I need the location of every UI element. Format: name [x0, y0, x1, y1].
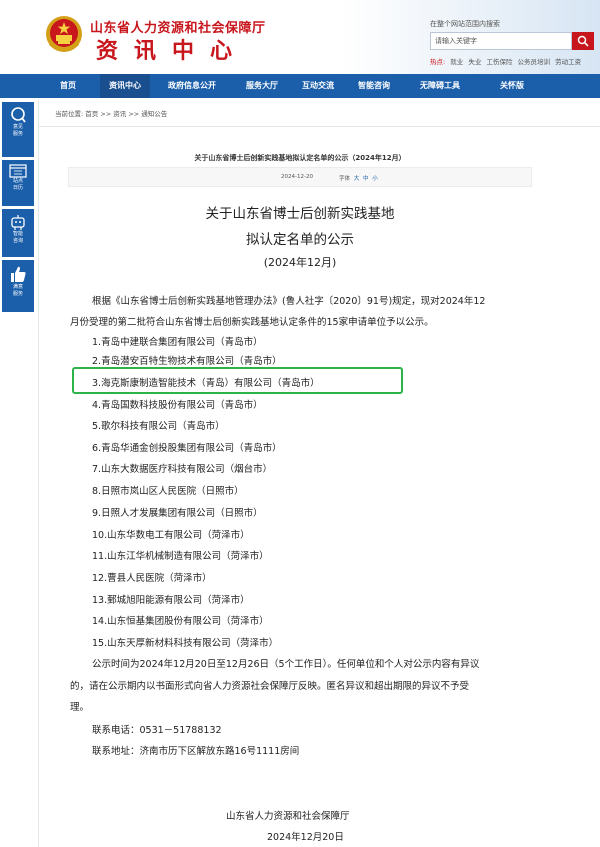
- font-size-medium-link[interactable]: 中: [363, 176, 369, 182]
- list-item: 4.青岛国数科技股份有限公司（青岛市）: [92, 400, 263, 411]
- sidebar-item-label: 日历: [12, 185, 23, 191]
- intro-line: 根据《山东省博士后创新实践基地管理办法》(鲁人社字〔2020〕91号)规定，现对…: [92, 296, 486, 307]
- nav-item-care-mode[interactable]: 关怀版: [500, 74, 524, 98]
- list-item: 5.歌尔科技有限公司（青岛市）: [92, 421, 225, 432]
- article-title-date: (2024年12月): [263, 256, 337, 269]
- list-item: 7.山东大数据医疗科技有限公司（烟台市）: [92, 464, 273, 475]
- list-item: 2.青岛潜安百特生物技术有限公司（青岛市）: [92, 356, 282, 367]
- list-item: 10.山东华数电工有限公司（菏泽市）: [92, 530, 250, 541]
- search-hint: 在整个网站范围内搜索: [430, 20, 500, 28]
- publish-date: 2024-12-20: [281, 174, 313, 180]
- notice-line: 的，请在公示期内以书面形式向省人力资源社会保障厅反映。匿名异议和超出期限的异议不…: [70, 681, 470, 692]
- article-meta: 2024-12-20 字体 大 中 小: [68, 167, 532, 187]
- main-nav: 首页 资讯中心 政府信息公开 服务大厅 互动交流 智能咨询 无障碍工具 关怀版: [0, 74, 600, 98]
- sidebar-item-calendar[interactable]: 站点 日历: [2, 160, 34, 206]
- list-item: 15.山东天厚新材料科技有限公司（菏泽市）: [92, 638, 279, 649]
- hot-word-link[interactable]: 失业: [468, 58, 481, 66]
- hot-word-link[interactable]: 公务员培训: [518, 58, 551, 66]
- sidebar-item-label: 服务: [12, 291, 23, 297]
- font-size-label: 字体: [339, 176, 351, 182]
- article-title-line2: 拟认定名单的公示: [246, 232, 354, 248]
- sidebar-item-label: 服务: [12, 131, 23, 137]
- site-subtitle: 资讯中心: [96, 39, 249, 64]
- hot-words: 热点: 就业 失业 工伤保险 公务员培训 劳动工资: [430, 56, 584, 66]
- list-item: 12.曹县人民医院（菏泽市）: [92, 573, 212, 584]
- article-small-title: 关于山东省博士后创新实践基地拟认定名单的公示（2024年12月）: [194, 154, 406, 162]
- list-item: 13.鄄城旭阳能源有限公司（菏泽市）: [92, 595, 250, 606]
- sidebar-item-label: 意见: [12, 124, 23, 130]
- nav-item-gov-info[interactable]: 政府信息公开: [168, 74, 216, 98]
- nav-item-home[interactable]: 首页: [60, 74, 76, 98]
- nav-item-service-hall[interactable]: 服务大厅: [246, 74, 278, 98]
- contact-address: 联系地址：济南市历下区解放东路16号1111房间: [92, 746, 300, 757]
- search-icon: [577, 35, 589, 47]
- highlight-annotation: [72, 367, 403, 394]
- contact-phone: 联系电话：0531－51788132: [92, 725, 222, 736]
- signature-org: 山东省人力资源和社会保障厅: [226, 811, 350, 822]
- font-size-selector: 字体 大 中 小: [339, 174, 378, 182]
- national-emblem-icon: [46, 16, 82, 52]
- breadcrumb: 当前位置: 首页 >> 资讯 >> 通知公告: [55, 110, 168, 118]
- sidebar-item-feedback[interactable]: 意见 服务: [2, 102, 34, 157]
- nav-item-news[interactable]: 资讯中心: [100, 74, 150, 98]
- font-size-small-link[interactable]: 小: [372, 176, 378, 182]
- hot-word-link[interactable]: 工伤保险: [486, 58, 512, 66]
- notice-line: 公示时间为2024年12月20日至12月26日（5个工作日）。任何单位和个人对公…: [92, 659, 480, 670]
- list-item: 14.山东恒基集团股份有限公司（菏泽市）: [92, 616, 269, 627]
- list-item: 1.青岛中建联合集团有限公司（青岛市）: [92, 337, 263, 348]
- article-title-line1: 关于山东省博士后创新实践基地: [205, 206, 395, 222]
- search-icon: [11, 107, 26, 123]
- notice-line: 理。: [70, 702, 90, 713]
- nav-item-interaction[interactable]: 互动交流: [302, 74, 334, 98]
- intro-line: 月份受理的第二批符合山东省博士后创新实践基地认定条件的15家申请单位予以公示。: [70, 317, 434, 328]
- search-button[interactable]: [572, 32, 594, 50]
- hot-word-link[interactable]: 就业: [450, 58, 463, 66]
- list-item: 6.青岛华通金创投股集团有限公司（青岛市）: [92, 443, 282, 454]
- calendar-icon: [9, 164, 27, 178]
- font-size-large-link[interactable]: 大: [354, 176, 360, 182]
- hot-label: 热点:: [430, 58, 446, 66]
- divider: [39, 126, 600, 127]
- sidebar-item-label: 站点: [12, 178, 23, 184]
- site-header: 山东省人力资源和社会保障厅 资讯中心 在整个网站范围内搜索 请输入关键字 热点:…: [0, 0, 600, 74]
- nav-item-smart-consult[interactable]: 智能咨询: [358, 74, 390, 98]
- list-item: 9.日照人才发展集团有限公司（日照市）: [92, 508, 263, 519]
- list-item: 8.日照市岚山区人民医院（日照市）: [92, 486, 244, 497]
- list-item: 11.山东江华机械制造有限公司（菏泽市）: [92, 551, 269, 562]
- nav-item-accessibility[interactable]: 无障碍工具: [420, 74, 460, 98]
- signature-date: 2024年12月20日: [267, 832, 344, 843]
- search-input[interactable]: 请输入关键字: [430, 32, 572, 50]
- hot-word-link[interactable]: 劳动工资: [555, 58, 581, 66]
- sidebar-item-label: 满意: [12, 284, 23, 290]
